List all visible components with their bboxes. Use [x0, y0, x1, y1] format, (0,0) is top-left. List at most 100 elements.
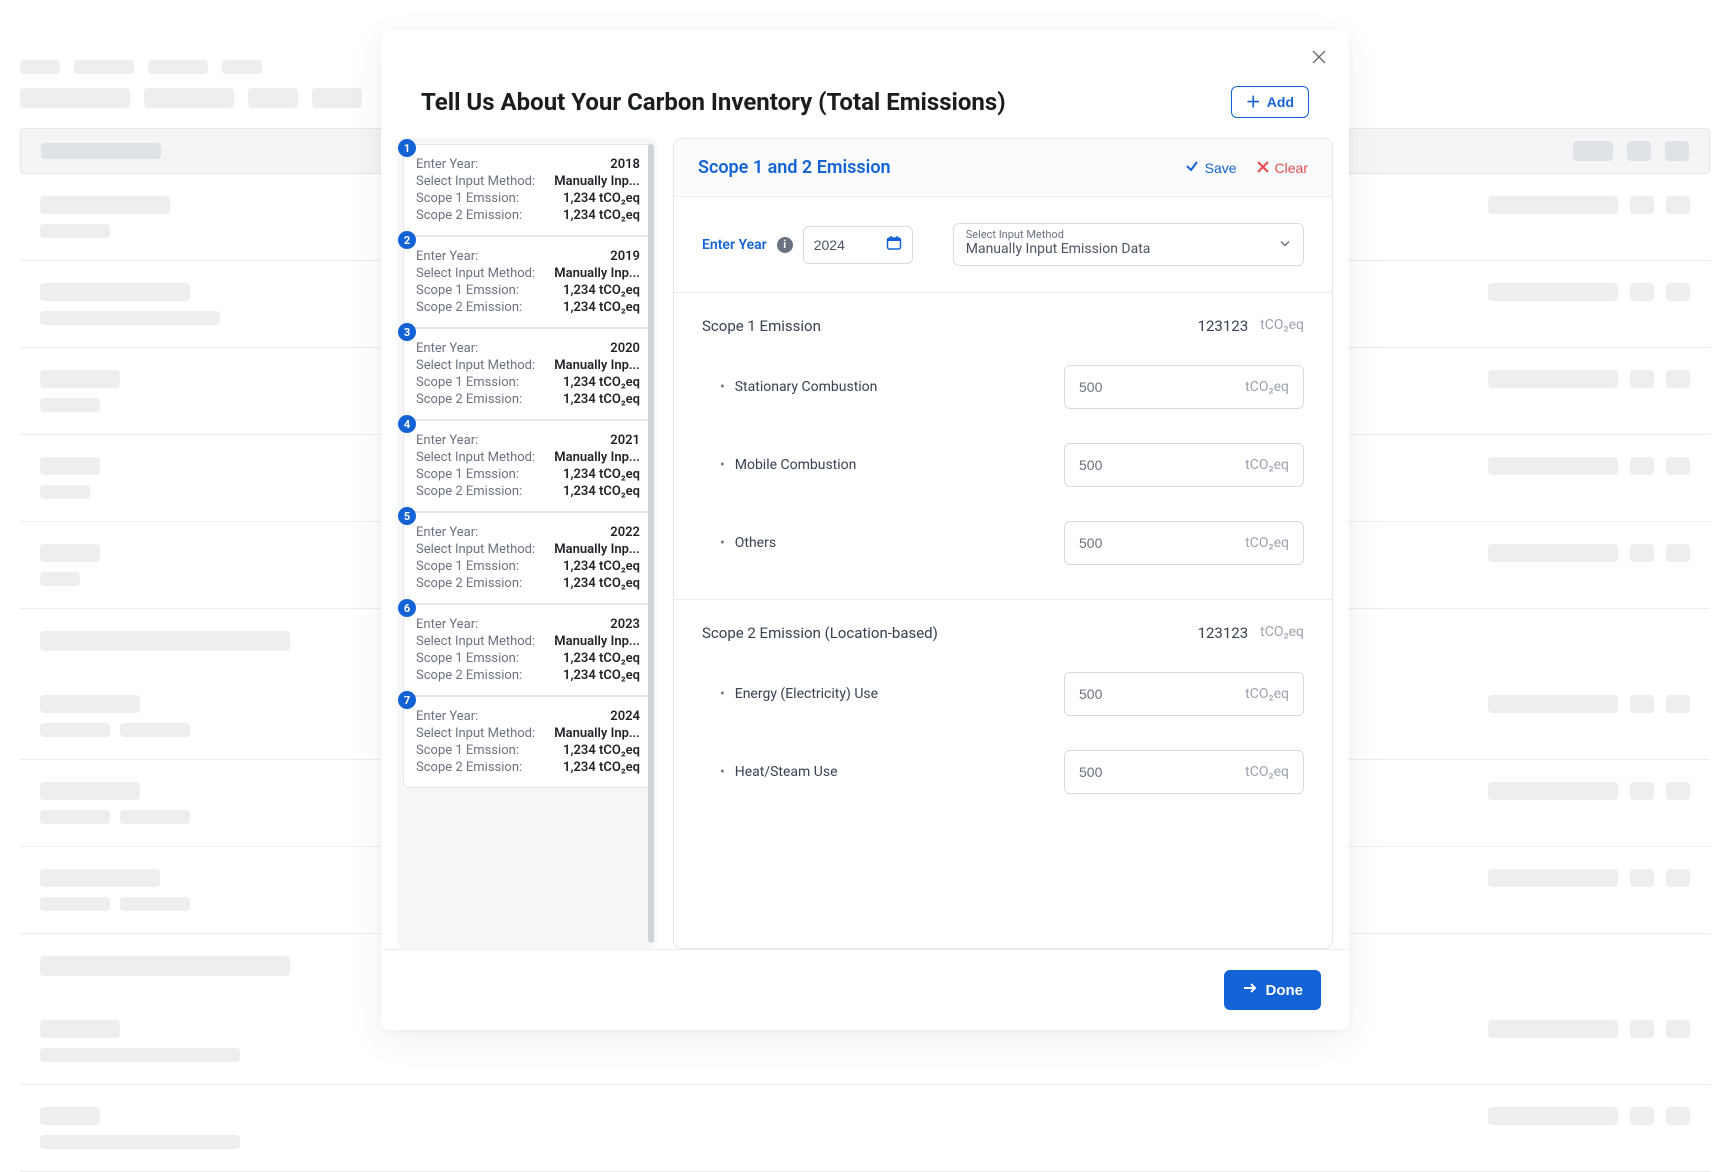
field-input[interactable]: [1079, 686, 1199, 702]
year-list-panel: 1 Enter Year:2018 Select Input Method:Ma…: [397, 138, 657, 949]
field-input-wrap[interactable]: tCO₂eq: [1064, 750, 1304, 794]
field-label: Heat/Steam Use: [720, 764, 838, 780]
yc-year-label: Enter Year:: [416, 157, 478, 172]
field-input-wrap[interactable]: tCO₂eq: [1064, 443, 1304, 487]
field-unit: tCO₂eq: [1245, 764, 1289, 780]
yc-method-label: Select Input Method:: [416, 726, 535, 741]
select-legend: Select Input Method: [966, 228, 1291, 241]
yc-scope2-label: Scope 2 Emission:: [416, 484, 522, 499]
yc-scope2-label: Scope 2 Emission:: [416, 668, 522, 683]
yc-method-value: Manually Inp...: [554, 358, 640, 373]
field-unit: tCO₂eq: [1245, 457, 1289, 473]
field-input[interactable]: [1079, 379, 1199, 395]
yc-method-value: Manually Inp...: [554, 174, 640, 189]
field-unit: tCO₂eq: [1245, 535, 1289, 551]
year-card[interactable]: 3 Enter Year:2020 Select Input Method:Ma…: [403, 328, 653, 420]
yc-scope1-label: Scope 1 Emssion:: [416, 743, 519, 758]
field-input[interactable]: [1079, 535, 1199, 551]
year-card[interactable]: 2 Enter Year:2019 Select Input Method:Ma…: [403, 236, 653, 328]
year-card[interactable]: 1 Enter Year:2018 Select Input Method:Ma…: [403, 144, 653, 236]
scope1-heading: Scope 1 Emission: [702, 317, 821, 335]
year-field[interactable]: [814, 237, 874, 253]
yc-year-label: Enter Year:: [416, 433, 478, 448]
year-card-badge: 3: [398, 323, 416, 341]
scope2-field-row: Energy (Electricity) Use tCO₂eq: [702, 662, 1304, 740]
yc-scope2-value: 1,234 tCO₂eq: [563, 484, 640, 499]
clear-label: Clear: [1275, 160, 1308, 176]
yc-scope2-value: 1,234 tCO₂eq: [563, 208, 640, 223]
year-input[interactable]: [803, 226, 913, 264]
yc-scope1-value: 1,234 tCO₂eq: [563, 651, 640, 666]
yc-scope2-label: Scope 2 Emission:: [416, 576, 522, 591]
modal-title: Tell Us About Your Carbon Inventory (Tot…: [421, 88, 1006, 116]
yc-year-label: Enter Year:: [416, 617, 478, 632]
year-card[interactable]: 6 Enter Year:2023 Select Input Method:Ma…: [403, 604, 653, 696]
scope2-field-row: Heat/Steam Use tCO₂eq: [702, 740, 1304, 818]
close-button[interactable]: [1305, 44, 1333, 72]
select-value: Manually Input Emission Data: [966, 241, 1291, 257]
yc-scope1-value: 1,234 tCO₂eq: [563, 559, 640, 574]
field-input-wrap[interactable]: tCO₂eq: [1064, 521, 1304, 565]
scope1-field-row: Stationary Combustion tCO₂eq: [702, 355, 1304, 433]
scope2-heading: Scope 2 Emission (Location-based): [702, 624, 938, 642]
yc-method-label: Select Input Method:: [416, 542, 535, 557]
yc-method-value: Manually Inp...: [554, 266, 640, 281]
yc-scope1-value: 1,234 tCO₂eq: [563, 191, 640, 206]
yc-method-label: Select Input Method:: [416, 358, 535, 373]
yc-year-value: 2020: [610, 341, 640, 356]
yc-method-value: Manually Inp...: [554, 542, 640, 557]
scrollbar-thumb[interactable]: [648, 144, 654, 943]
yc-method-value: Manually Inp...: [554, 450, 640, 465]
year-card[interactable]: 5 Enter Year:2022 Select Input Method:Ma…: [403, 512, 653, 604]
yc-year-label: Enter Year:: [416, 249, 478, 264]
input-method-select[interactable]: Select Input Method Manually Input Emiss…: [953, 223, 1304, 266]
year-card[interactable]: 4 Enter Year:2021 Select Input Method:Ma…: [403, 420, 653, 512]
yc-year-label: Enter Year:: [416, 341, 478, 356]
close-icon: [1312, 48, 1326, 69]
field-label: Others: [720, 535, 776, 551]
field-unit: tCO₂eq: [1245, 379, 1289, 395]
yc-year-value: 2024: [610, 709, 640, 724]
yc-method-label: Select Input Method:: [416, 450, 535, 465]
yc-method-value: Manually Inp...: [554, 726, 640, 741]
scope2-unit: tCO₂eq: [1260, 624, 1304, 642]
yc-year-value: 2023: [610, 617, 640, 632]
clear-button[interactable]: Clear: [1257, 160, 1308, 176]
year-card-badge: 4: [398, 415, 416, 433]
done-label: Done: [1266, 982, 1304, 999]
field-input[interactable]: [1079, 457, 1199, 473]
yc-scope2-value: 1,234 tCO₂eq: [563, 668, 640, 683]
yc-scope1-value: 1,234 tCO₂eq: [563, 743, 640, 758]
enter-year-label: Enter Year: [702, 237, 767, 253]
yc-method-value: Manually Inp...: [554, 634, 640, 649]
calendar-icon[interactable]: [886, 235, 902, 255]
save-button[interactable]: Save: [1185, 159, 1237, 176]
yc-scope1-value: 1,234 tCO₂eq: [563, 375, 640, 390]
yc-scope1-label: Scope 1 Emssion:: [416, 467, 519, 482]
done-button[interactable]: Done: [1224, 970, 1322, 1010]
yc-scope2-value: 1,234 tCO₂eq: [563, 392, 640, 407]
year-card-badge: 6: [398, 599, 416, 617]
x-icon: [1257, 160, 1269, 176]
yc-scope2-value: 1,234 tCO₂eq: [563, 300, 640, 315]
scope1-total: 123123: [1198, 317, 1249, 335]
chevron-down-icon: [1279, 237, 1291, 252]
field-input-wrap[interactable]: tCO₂eq: [1064, 365, 1304, 409]
yc-scope2-value: 1,234 tCO₂eq: [563, 760, 640, 775]
yc-method-label: Select Input Method:: [416, 266, 535, 281]
carbon-inventory-modal: Tell Us About Your Carbon Inventory (Tot…: [381, 30, 1349, 1030]
info-icon[interactable]: i: [777, 237, 793, 253]
yc-scope2-value: 1,234 tCO₂eq: [563, 576, 640, 591]
add-button-label: Add: [1267, 94, 1294, 110]
yc-year-label: Enter Year:: [416, 709, 478, 724]
yc-scope2-label: Scope 2 Emission:: [416, 208, 522, 223]
field-input[interactable]: [1079, 764, 1199, 780]
field-input-wrap[interactable]: tCO₂eq: [1064, 672, 1304, 716]
add-button[interactable]: ＋ Add: [1231, 86, 1309, 118]
field-label: Energy (Electricity) Use: [720, 686, 878, 702]
yc-year-label: Enter Year:: [416, 525, 478, 540]
plus-icon: ＋: [1246, 95, 1261, 110]
year-card[interactable]: 7 Enter Year:2024 Select Input Method:Ma…: [403, 696, 653, 788]
yc-scope2-label: Scope 2 Emission:: [416, 300, 522, 315]
yc-year-value: 2019: [610, 249, 640, 264]
